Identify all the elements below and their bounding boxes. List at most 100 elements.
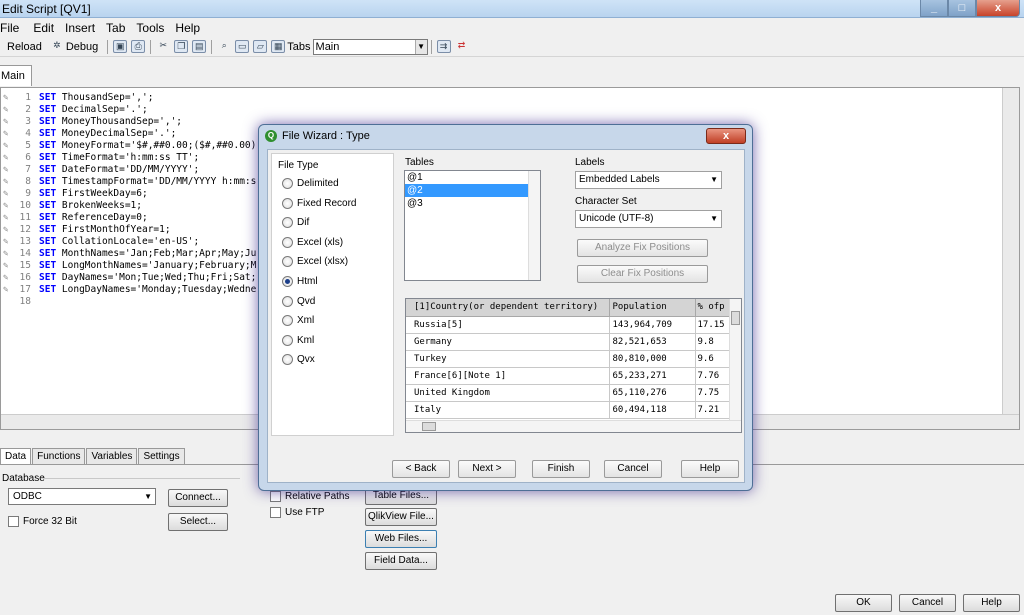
file-type-radio-qvd[interactable]: Qvd [282, 295, 315, 307]
use-ftp-checkbox[interactable]: Use FTP [270, 507, 324, 518]
statement: MoneyDecimalSep='.'; [61, 128, 177, 139]
minimize-button[interactable]: _ [920, 0, 948, 17]
script-line[interactable]: ✎ 1 SET ThousandSep=','; [1, 92, 153, 104]
grid-header-cell[interactable]: [1]Country(or dependent territory) [406, 299, 610, 317]
script-line[interactable]: 18 [1, 296, 35, 308]
connect-button[interactable]: Connect... [168, 489, 228, 507]
tab-select[interactable]: Main ▼ [312, 38, 428, 55]
editor-vertical-scrollbar[interactable] [1002, 88, 1019, 429]
reload-button[interactable]: Reload [0, 40, 42, 53]
force-32-bit-checkbox[interactable]: Force 32 Bit [8, 516, 77, 527]
script-line[interactable]: ✎ 11 SET ReferenceDay=0; [1, 212, 148, 224]
back-button[interactable]: < Back [392, 460, 450, 478]
paste-icon[interactable]: ▤ [192, 40, 207, 53]
database-select[interactable]: ODBC ▼ [8, 488, 156, 505]
table-item[interactable]: @2 [405, 184, 540, 197]
dialog-help-button[interactable]: Help [681, 460, 739, 478]
maximize-button[interactable]: □ [948, 0, 976, 17]
preview-grid[interactable]: [1]Country(or dependent territory) Popula… [405, 298, 742, 433]
menu-edit[interactable]: Edit [26, 18, 61, 37]
clear-fix-positions-button[interactable]: Clear Fix Positions [577, 265, 708, 283]
indent-icon[interactable]: ⇉ [436, 40, 451, 53]
open-icon[interactable]: ▭ [235, 40, 250, 53]
script-line[interactable]: ✎ 12 SET FirstMonthOfYear=1; [1, 224, 171, 236]
field-data-button[interactable]: Field Data... [365, 552, 437, 570]
script-line[interactable]: ✎ 14 SET MonthNames='Jan;Feb;Mar;Apr;May;J… [1, 248, 256, 260]
finish-button[interactable]: Finish [532, 460, 590, 478]
script-line[interactable]: ✎ 8 SET TimestampFormat='DD/MM/YYYY h:mm:s [1, 176, 256, 188]
menu-tab[interactable]: Tab [102, 18, 132, 37]
script-line[interactable]: ✎ 3 SET MoneyThousandSep=','; [1, 116, 182, 128]
script-line[interactable]: ✎ 2 SET DecimalSep='.'; [1, 104, 148, 116]
menu-tools[interactable]: Tools [132, 18, 171, 37]
menu-help[interactable]: Help [171, 18, 207, 37]
analyze-fix-positions-button[interactable]: Analyze Fix Positions [577, 239, 708, 257]
file-type-radio-dif[interactable]: Dif [282, 217, 309, 229]
find-icon[interactable]: ⌕ [217, 40, 231, 53]
cancel-button[interactable]: Cancel [899, 594, 956, 612]
tab-icon[interactable]: ▱ [253, 40, 268, 53]
tab-functions[interactable]: Functions [32, 448, 86, 464]
table-item[interactable]: @1 [405, 171, 540, 184]
labels-select[interactable]: Embedded Labels ▼ [575, 171, 722, 189]
scroll-thumb[interactable] [422, 422, 436, 431]
close-button[interactable]: x [976, 0, 1020, 17]
pin-icon: ✎ [3, 225, 9, 235]
script-line[interactable]: ✎ 13 SET CollationLocale='en-US'; [1, 236, 199, 248]
chevron-down-icon: ▼ [414, 39, 427, 54]
tab-data[interactable]: Data [0, 448, 32, 464]
script-line[interactable]: ✎ 4 SET MoneyDecimalSep='.'; [1, 128, 176, 140]
script-line[interactable]: ✎ 5 SET MoneyFormat='$#,##0.00;($#,##0.00) [1, 140, 256, 152]
help-button[interactable]: Help [963, 594, 1020, 612]
grid-horizontal-scrollbar[interactable] [406, 420, 741, 432]
dialog-close-button[interactable]: x [706, 128, 746, 144]
menu-file[interactable]: File [0, 18, 26, 37]
web-files-button[interactable]: Web Files... [365, 530, 437, 548]
pin-icon: ✎ [3, 105, 9, 115]
debug-button[interactable]: ✲ Debug [48, 40, 98, 53]
tables-list[interactable]: @1 @2 @3 [404, 170, 541, 281]
charset-select[interactable]: Unicode (UTF-8) ▼ [575, 210, 722, 228]
next-button[interactable]: Next > [458, 460, 516, 478]
outdent-icon[interactable]: ⇄ [455, 40, 469, 53]
script-line[interactable]: ✎ 7 SET DateFormat='DD/MM/YYYY'; [1, 164, 199, 176]
file-type-radio-delimited[interactable]: Delimited [282, 178, 339, 189]
tab-variables[interactable]: Variables [86, 448, 138, 464]
file-type-radio-html[interactable]: Html [282, 276, 318, 287]
save-icon[interactable]: ▣ [113, 40, 128, 53]
script-line[interactable]: ✎ 9 SET FirstWeekDay=6; [1, 188, 148, 200]
scroll-thumb[interactable] [731, 311, 740, 325]
file-type-radio-qvx[interactable]: Qvx [282, 354, 315, 366]
file-type-radio-fixed-record[interactable]: Fixed Record [282, 197, 356, 209]
copy-icon[interactable]: ❐ [174, 40, 189, 53]
script-line[interactable]: ✎ 10 SET BrokenWeeks=1; [1, 200, 142, 212]
menu-insert[interactable]: Insert [61, 18, 102, 37]
table-item[interactable]: @3 [405, 197, 540, 210]
grid-vertical-scrollbar[interactable] [729, 299, 741, 423]
script-line[interactable]: ✎ 17 SET LongDayNames='Monday;Tuesday;Wedn… [1, 284, 256, 296]
dialog-cancel-button[interactable]: Cancel [604, 460, 662, 478]
select-button[interactable]: Select... [168, 513, 228, 531]
ok-button[interactable]: OK [835, 594, 892, 612]
file-type-radio-kml[interactable]: Kml [282, 334, 314, 346]
script-line[interactable]: ✎ 15 SET LongMonthNames='January;February;… [1, 260, 256, 272]
line-code: SET DecimalSep='.'; [39, 104, 148, 116]
file-type-radio-excel-xlsx[interactable]: Excel (xlsx) [282, 256, 348, 268]
cut-icon[interactable]: ✂ [156, 40, 170, 53]
line-number: 3 [25, 116, 31, 127]
print-icon[interactable]: ⎙ [131, 40, 146, 53]
tab-settings[interactable]: Settings [138, 448, 185, 464]
pin-icon: ✎ [3, 213, 9, 223]
grid-cell: 65,233,271 [609, 367, 696, 385]
tables-scrollbar[interactable] [528, 171, 540, 280]
qlikview-file-button[interactable]: QlikView File... [365, 508, 437, 526]
checkbox-box [270, 507, 281, 518]
file-type-radio-excel-xls[interactable]: Excel (xls) [282, 236, 343, 248]
relative-paths-checkbox[interactable]: Relative Paths [270, 491, 349, 502]
tab-main[interactable]: Main [0, 65, 32, 86]
grid-header-cell[interactable]: Population [609, 299, 696, 317]
script-line[interactable]: ✎ 6 SET TimeFormat='h:mm:ss TT'; [1, 152, 199, 164]
script-line[interactable]: ✎ 16 SET DayNames='Mon;Tue;Wed;Thu;Fri;Sat… [1, 272, 256, 284]
file-type-radio-xml[interactable]: Xml [282, 315, 314, 327]
statement: CollationLocale='en-US'; [61, 236, 200, 247]
